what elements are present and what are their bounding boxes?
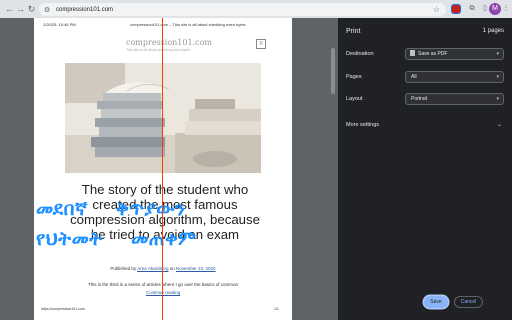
preview-page: 2/20/25, 10:46 PM compression101.com – T… bbox=[34, 18, 292, 320]
kebab-menu-icon[interactable]: ⋮ bbox=[501, 3, 511, 15]
preview-scrollbar[interactable] bbox=[331, 48, 335, 94]
layout-label: Layout bbox=[346, 96, 363, 102]
extensions-puzzle-icon[interactable]: ⧉ bbox=[466, 3, 478, 15]
site-tagline: This site is all about shedding extra by… bbox=[126, 48, 191, 52]
hamburger-menu-icon: ≡ bbox=[256, 39, 266, 49]
extension-icon[interactable] bbox=[450, 3, 462, 15]
site-title: compression101.com bbox=[126, 38, 212, 47]
books-photo bbox=[65, 63, 261, 173]
translation-overlay: መደበኛ ቅጥያውን የህትመት መጠቀም bbox=[36, 198, 197, 250]
byline-on: on bbox=[169, 266, 175, 271]
pages-label: Pages bbox=[346, 74, 362, 80]
layout-value: Portrait bbox=[411, 96, 428, 102]
reload-icon[interactable]: ↻ bbox=[26, 2, 37, 16]
bookmark-star-icon[interactable]: ☆ bbox=[433, 4, 440, 15]
address-bar[interactable]: ⚙ compression101.com ☆ bbox=[39, 3, 446, 16]
page-header-title: compression101.com – This site is all ab… bbox=[130, 22, 246, 27]
browser-toolbar: ← → ↻ ⚙ compression101.com ☆ ⧉ ▯ M ⋮ bbox=[0, 0, 512, 18]
more-settings-toggle[interactable]: More settings bbox=[346, 122, 379, 128]
byline: Published by Artur Akamberg on November … bbox=[34, 266, 292, 271]
pages-value: All bbox=[411, 74, 417, 80]
article-excerpt: This is the third in a series of article… bbox=[87, 282, 239, 287]
page-count: 1 pages bbox=[482, 28, 504, 34]
page-footer-url: https://compression101.com bbox=[41, 307, 85, 311]
chevron-down-icon: ▾ bbox=[496, 51, 499, 57]
save-button[interactable]: Save bbox=[424, 296, 448, 308]
date-link: November 22, 2020 bbox=[176, 266, 216, 271]
byline-prefix: Published by bbox=[110, 266, 137, 271]
destination-select[interactable]: Save as PDF ▾ bbox=[405, 48, 504, 60]
print-preview-area: 2/20/25, 10:46 PM compression101.com – T… bbox=[0, 18, 338, 320]
print-settings-panel: Print 1 pages Destination Save as PDF ▾ … bbox=[338, 18, 512, 320]
page-header-date: 2/20/25, 10:46 PM bbox=[43, 22, 76, 27]
vertical-guide-line bbox=[162, 18, 163, 320]
hero-image bbox=[65, 63, 261, 173]
destination-label: Destination bbox=[346, 51, 374, 57]
forward-arrow-icon[interactable]: → bbox=[15, 2, 26, 16]
pages-select[interactable]: All ▾ bbox=[405, 71, 504, 83]
destination-value: Save as PDF bbox=[418, 51, 448, 57]
author-link: Artur Akamberg bbox=[137, 266, 169, 271]
file-icon bbox=[410, 50, 415, 56]
chevron-down-icon: ▾ bbox=[496, 96, 499, 102]
cancel-button[interactable]: Cancel bbox=[454, 296, 483, 308]
page-footer-number: 1/1 bbox=[274, 307, 279, 311]
profile-avatar[interactable]: M bbox=[489, 3, 501, 15]
layout-select[interactable]: Portrait ▾ bbox=[405, 93, 504, 105]
back-arrow-icon[interactable]: ← bbox=[4, 2, 15, 16]
site-info-icon[interactable]: ⚙ bbox=[41, 6, 53, 14]
chevron-down-icon[interactable]: ⌄ bbox=[497, 121, 502, 128]
chevron-down-icon: ▾ bbox=[496, 74, 499, 80]
continue-reading-link: Continue reading bbox=[145, 290, 181, 295]
print-title: Print bbox=[346, 28, 361, 35]
url-text[interactable]: compression101.com bbox=[56, 7, 113, 13]
